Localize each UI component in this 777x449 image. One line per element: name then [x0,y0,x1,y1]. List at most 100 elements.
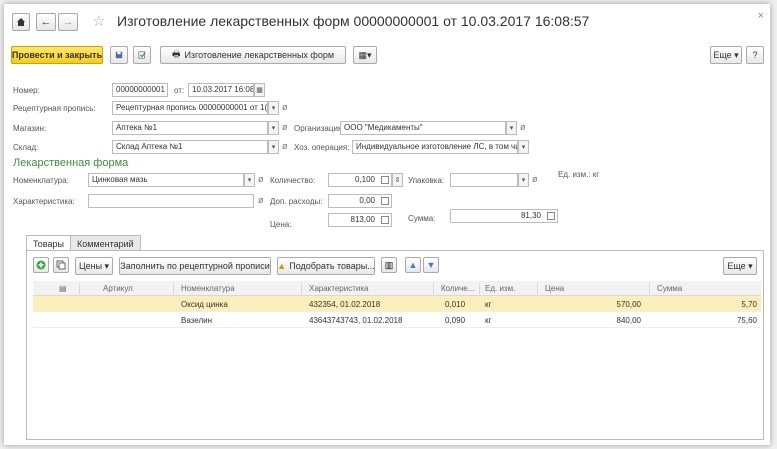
calculator-icon[interactable] [547,212,555,220]
column-header[interactable]: Ед. изм. [485,284,515,293]
open-link-icon[interactable]: ø [282,122,288,132]
move-down-icon[interactable]: ▼ [423,257,439,273]
sum-label: Сумма: [408,214,436,223]
calculator-icon[interactable] [381,216,389,224]
chevron-down-icon[interactable]: ▾ [244,173,255,187]
calendar-icon[interactable]: ▦ [254,83,265,97]
close-icon[interactable]: × [758,10,764,22]
operation-label: Хоз. операция: [294,143,350,152]
number-field[interactable]: 00000000001 [112,83,168,97]
back-button[interactable]: ← [36,13,56,31]
column-header[interactable]: Артикул [103,284,133,293]
table-toolbar: Цены ▾ Заполнить по рецептурной прописи … [27,257,763,275]
calculator-icon[interactable] [381,197,389,205]
table-header: ▤ Артикул Номенклатура Характеристика Ко… [33,281,761,296]
more-button[interactable]: Еще ▾ [710,46,742,64]
favorite-star-icon[interactable]: ☆ [92,12,105,30]
extra-costs-value: 0,00 [359,196,375,205]
table-more-button[interactable]: Еще ▾ [723,257,757,275]
open-link-icon[interactable]: ø [258,195,264,205]
organization-label: Организация: [294,124,345,133]
prices-dropdown-button[interactable]: Цены ▾ [75,257,113,275]
chevron-down-icon[interactable]: ▾ [268,140,279,154]
pick-goods-icon: ▲ [277,261,287,271]
drug-form-section-title: Лекарственная форма [13,157,129,169]
open-link-icon[interactable]: ø [258,174,264,184]
nomenclature-field[interactable]: Цинковая мазь [88,173,244,187]
tab-goods[interactable]: Товары [26,235,71,251]
cell-quantity: 0,010 [445,300,466,309]
post-and-close-button[interactable]: Провести и закрыть [11,46,103,64]
cell-nomenclature: Вазелин [181,316,213,325]
number-label: Номер: [13,86,40,95]
table-row[interactable]: Вазелин 43643743743, 01.02.2018 0,090 кг… [33,312,761,328]
window-title: Изготовление лекарственных форм 00000000… [117,13,590,29]
prescription-label: Рецептурная пропись: [13,104,96,113]
sum-field[interactable]: 81,30 [450,209,558,223]
package-label: Упаковка: [408,176,445,185]
reports-icon: ▦▾ [358,49,372,60]
chevron-down-icon[interactable]: ▾ [268,121,279,135]
column-header[interactable]: Количе... [441,284,474,293]
quantity-field[interactable]: 0,100 [328,173,392,187]
goods-panel: Цены ▾ Заполнить по рецептурной прописи … [26,250,764,440]
column-picture-icon: ▤ [59,284,67,293]
forward-button[interactable]: → [58,13,78,31]
warehouse-label: Склад: [13,143,39,152]
save-icon[interactable] [110,46,128,64]
open-link-icon[interactable]: ø [520,122,526,132]
pick-goods-button[interactable]: ▲ Подобрать товары... [277,257,375,275]
date-from-label: от: [174,86,185,95]
date-field[interactable]: 10.03.2017 16:08:57 [188,83,254,97]
cell-sum: 5,70 [741,300,757,309]
chevron-down-icon: ▾ [102,260,110,271]
table-row[interactable]: Оксид цинка 432354, 01.02.2018 0,010 кг … [33,296,761,312]
fill-by-prescription-button[interactable]: Заполнить по рецептурной прописи [119,257,271,275]
store-label: Магазин: [13,124,47,133]
move-up-icon[interactable]: ▲ [405,257,421,273]
chevron-down-icon[interactable]: ▾ [268,101,279,115]
cell-price: 570,00 [616,300,641,309]
print-form-label: Изготовление лекарственных форм [184,50,335,60]
quantity-stepper[interactable]: ⇕ [392,173,403,187]
package-field[interactable] [450,173,518,187]
chevron-down-icon[interactable]: ▾ [506,121,517,135]
warehouse-field[interactable]: Склад Аптека №1 [112,140,268,154]
cell-characteristic: 432354, 01.02.2018 [309,300,381,309]
home-icon[interactable] [12,13,30,31]
copy-row-icon[interactable] [53,257,69,273]
open-link-icon[interactable]: ø [282,141,288,151]
calculator-icon[interactable] [381,176,389,184]
command-bar: Провести и закрыть 🖶 Изготовление лекарс… [4,46,770,68]
tab-comment[interactable]: Комментарий [70,235,141,251]
barcode-icon[interactable]: ▥ [381,257,397,273]
post-icon[interactable] [133,46,151,64]
operation-field[interactable]: Индивидуальное изготовление ЛС, в том чи [352,140,518,154]
extra-costs-label: Доп. расходы: [270,197,323,206]
chevron-down-icon[interactable]: ▾ [518,140,529,154]
table-more-label: Еще [727,261,746,271]
open-link-icon[interactable]: ø [532,174,538,184]
sum-value: 81,30 [520,211,541,220]
extra-costs-field[interactable]: 0,00 [328,194,392,208]
cell-unit: кг [485,300,492,309]
chevron-down-icon: ▾ [745,260,753,271]
cell-price: 840,00 [616,316,641,325]
open-link-icon[interactable]: ø [282,102,288,112]
column-header[interactable]: Номенклатура [181,284,235,293]
print-form-button[interactable]: 🖶 Изготовление лекарственных форм [160,46,346,64]
column-header[interactable]: Цена [545,284,564,293]
store-field[interactable]: Аптека №1 [112,121,268,135]
price-field[interactable]: 813,00 [328,213,392,227]
more-label: Еще [713,50,732,60]
prescription-field[interactable]: Рецептурная пропись 00000000001 от 1( [112,101,268,115]
characteristic-field[interactable] [88,194,254,208]
organization-field[interactable]: ООО "Медикаменты" [340,121,506,135]
reports-dropdown-button[interactable]: ▦▾ [353,46,377,64]
chevron-down-icon[interactable]: ▾ [518,173,529,187]
column-header[interactable]: Характеристика [309,284,368,293]
column-header[interactable]: Сумма [657,284,682,293]
cell-characteristic: 43643743743, 01.02.2018 [309,316,403,325]
add-row-icon[interactable] [33,257,49,273]
help-button[interactable]: ? [746,46,764,64]
